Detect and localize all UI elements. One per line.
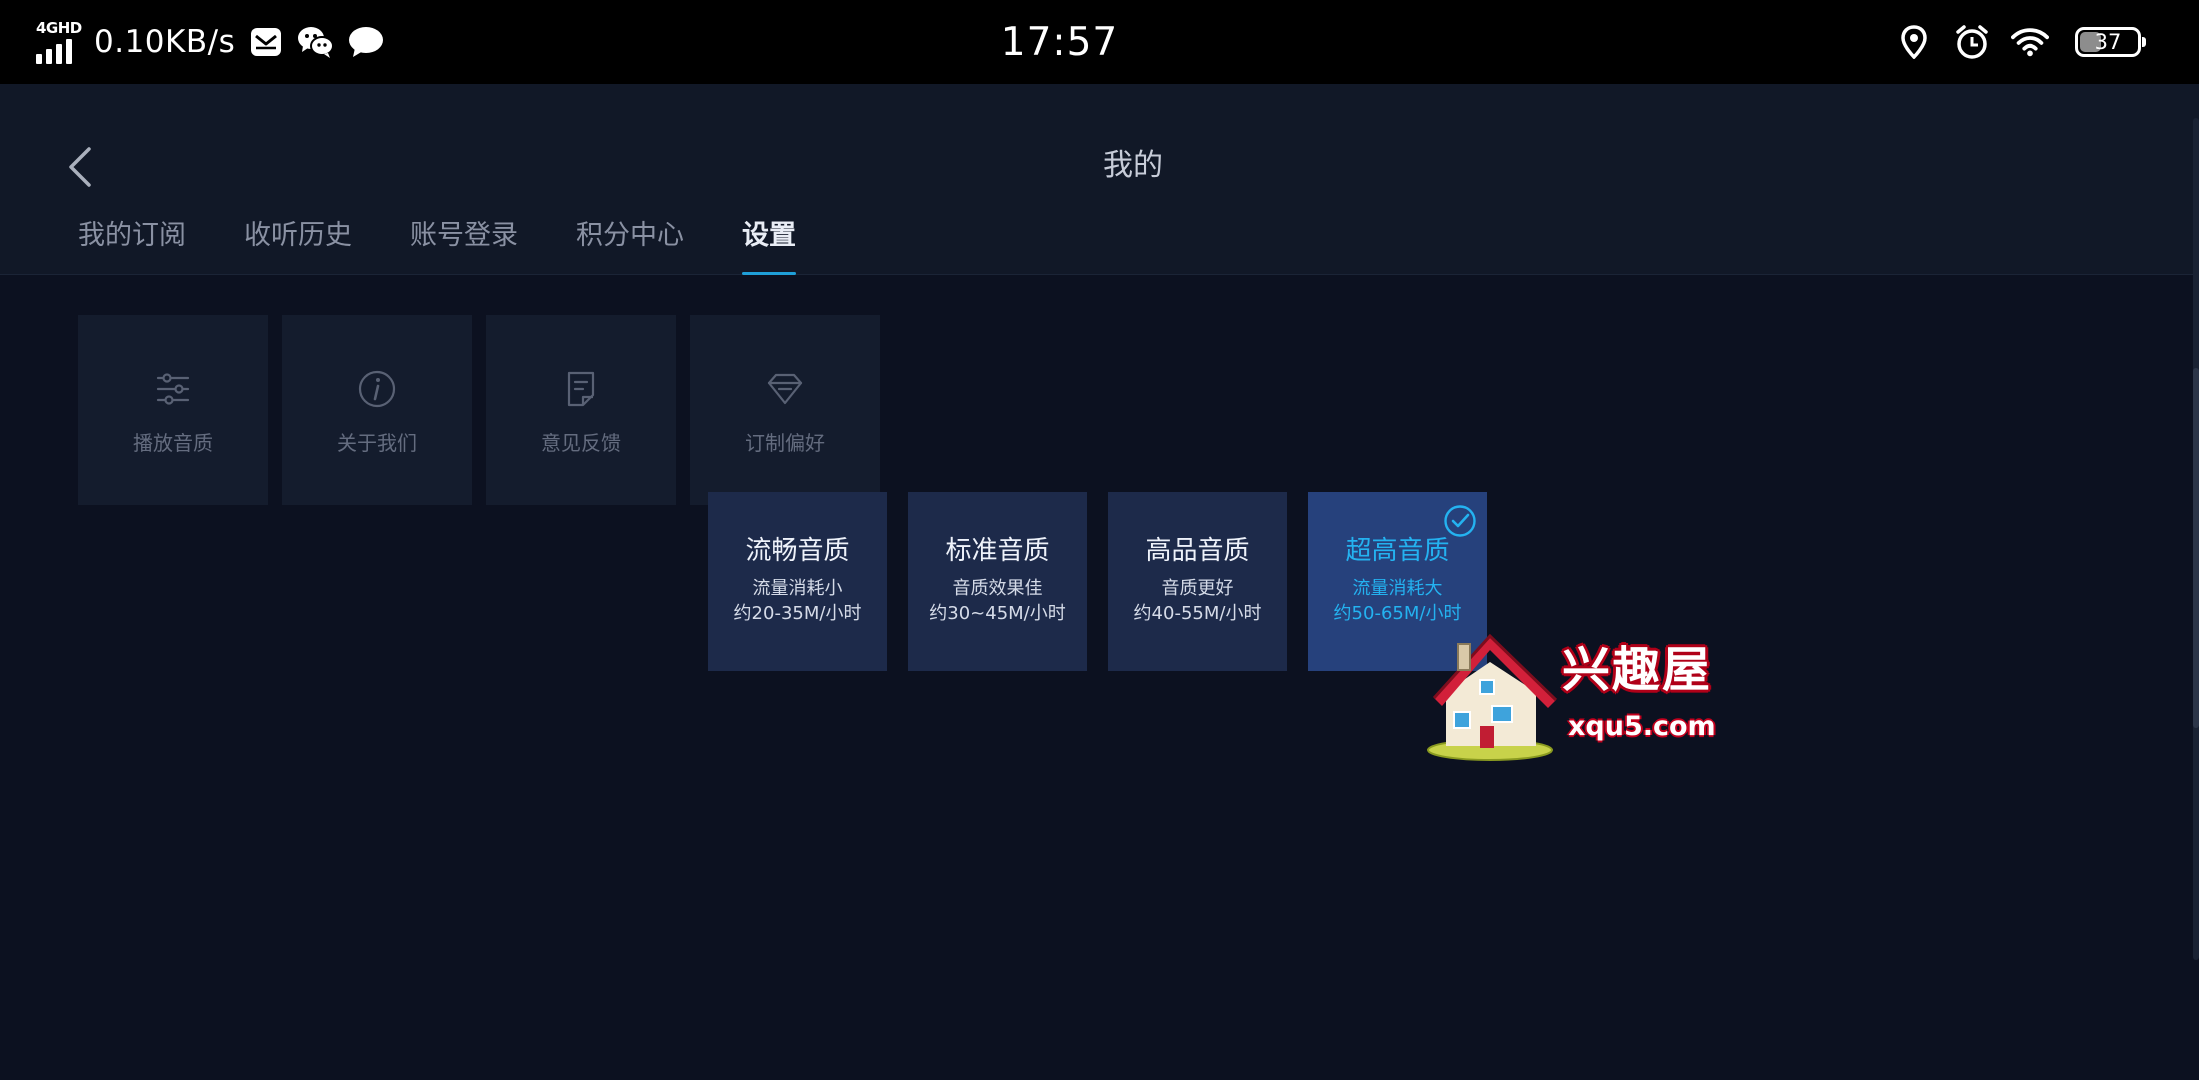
tab-bar: 我的订阅 收听历史 账号登录 积分中心 设置 (78, 209, 796, 275)
quality-desc-line: 约20-35M/小时 (733, 603, 862, 624)
tab-subscriptions[interactable]: 我的订阅 (78, 209, 186, 273)
wifi-icon (2011, 23, 2049, 61)
quality-desc: 音质更好 约40-55M/小时 (1134, 576, 1262, 626)
app-root: 4GHD 0.10KB/s 17:57 37 我的 我的订阅 收听历史 账号登录… (0, 0, 2199, 1080)
quality-desc-line: 流量消耗小 (752, 578, 843, 599)
quality-desc: 流量消耗小 约20-35M/小时 (734, 576, 862, 626)
battery-icon: 37 (2075, 27, 2146, 57)
tab-history[interactable]: 收听历史 (244, 209, 352, 273)
setting-feedback[interactable]: 意见反馈 (486, 315, 676, 505)
tab-account-login[interactable]: 账号登录 (410, 209, 518, 273)
quality-desc-line: 音质更好 (1161, 578, 1234, 599)
diamond-icon (767, 373, 803, 404)
page-title: 我的 (1103, 148, 1163, 183)
quality-title: 高品音质 (1145, 536, 1250, 566)
page-header: 我的 我的订阅 收听历史 账号登录 积分中心 设置 (0, 84, 2199, 275)
watermark-text: 兴趣屋 (1562, 642, 1713, 698)
settings-grid: 播放音质 关于我们 意见反馈 订制偏好 (78, 315, 880, 505)
quality-option-smooth[interactable]: 流畅音质 流量消耗小 约20-35M/小时 (708, 492, 887, 671)
alarm-icon (1953, 23, 1991, 61)
feedback-icon (567, 371, 595, 406)
quality-desc-line: 约50-65M/小时 (1333, 603, 1462, 624)
quality-title: 超高音质 (1345, 536, 1450, 566)
quality-desc: 流量消耗大 约50-65M/小时 (1334, 576, 1462, 626)
quality-option-high[interactable]: 高品音质 音质更好 约40-55M/小时 (1108, 492, 1287, 671)
tab-points-center[interactable]: 积分中心 (576, 209, 684, 273)
watermark-url: xqu5.com (1568, 711, 1716, 742)
battery-level: 37 (2094, 30, 2122, 54)
quality-desc-line: 音质效果佳 (952, 578, 1043, 599)
setting-playback-quality[interactable]: 播放音质 (78, 315, 268, 505)
check-circle-icon (1444, 505, 1476, 537)
quality-desc-line: 约30~45M/小时 (929, 603, 1066, 624)
setting-preferences[interactable]: 订制偏好 (690, 315, 880, 505)
info-icon (358, 370, 396, 407)
quality-desc-line: 约40-55M/小时 (1133, 603, 1262, 624)
quality-title: 流畅音质 (745, 536, 850, 566)
setting-label: 播放音质 (133, 430, 213, 455)
battery-nub (2142, 37, 2146, 47)
scrollbar-thumb[interactable] (2193, 368, 2199, 728)
location-icon (1895, 23, 1933, 61)
quality-desc-line: 流量消耗大 (1352, 578, 1443, 599)
setting-label: 意见反馈 (541, 430, 621, 455)
house-logo-icon (1427, 633, 1558, 761)
scrollbar[interactable] (2193, 118, 2199, 960)
status-right: 37 (1895, 0, 2146, 84)
quality-option-standard[interactable]: 标准音质 音质效果佳 约30~45M/小时 (908, 492, 1087, 671)
tab-settings[interactable]: 设置 (742, 209, 796, 275)
quality-desc: 音质效果佳 约30~45M/小时 (929, 576, 1066, 626)
watermark: 兴趣屋 xqu5.com (1424, 633, 1724, 764)
quality-options: 流畅音质 流量消耗小 约20-35M/小时 标准音质 音质效果佳 约30~45M… (708, 492, 1487, 671)
quality-title: 标准音质 (945, 536, 1050, 566)
status-time: 17:57 (1000, 20, 1119, 65)
sliders-icon (156, 372, 190, 405)
setting-label: 订制偏好 (745, 430, 825, 455)
status-bar: 4GHD 0.10KB/s 17:57 37 (0, 0, 2199, 84)
setting-label: 关于我们 (337, 430, 417, 455)
setting-about-us[interactable]: 关于我们 (282, 315, 472, 505)
